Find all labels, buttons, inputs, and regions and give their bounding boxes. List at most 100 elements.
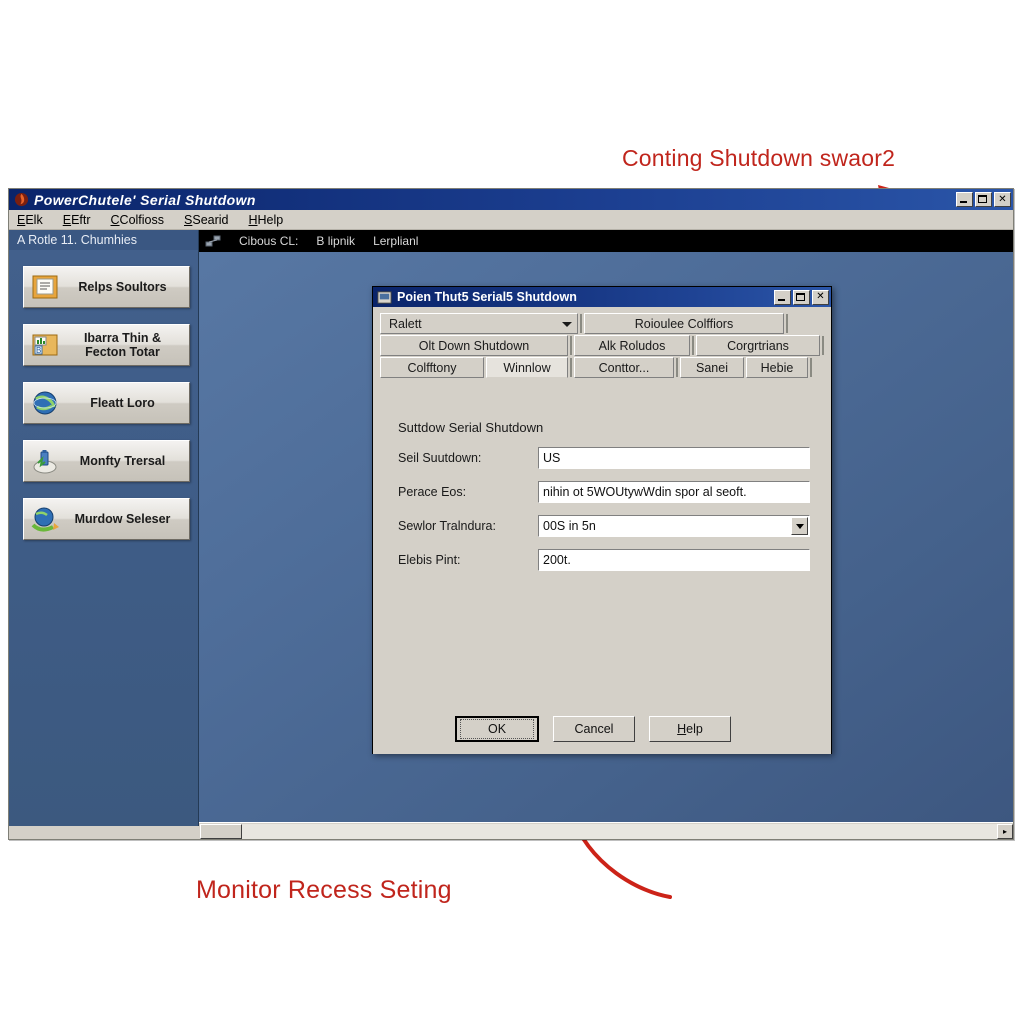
canvas-toolbar-item-2[interactable]: Lerplianl — [373, 234, 418, 248]
dialog-tab-olt-down-shutdown-label: Olt Down Shutdown — [418, 338, 530, 353]
perace-eos-input[interactable]: nihin ot 5WOUtywWdin spor al seoft. — [538, 481, 810, 503]
menu-item-edit[interactable]: EEftr — [63, 213, 91, 227]
sewlor-tralndura-selected-value: 00S in 5n — [543, 519, 596, 533]
menu-item-search-label: Searid — [192, 212, 229, 227]
tab-separator — [810, 358, 812, 377]
annotation-bottom-label: Monitor Recess Seting — [196, 876, 452, 904]
tab-separator — [580, 314, 582, 333]
scrollbar-thumb[interactable] — [200, 823, 242, 839]
dialog-tab-conttor[interactable]: Conttor... — [574, 357, 674, 378]
cancel-button-label: Cancel — [574, 722, 614, 736]
elebis-pint-input[interactable]: 200t. — [538, 549, 810, 571]
cancel-button[interactable]: Cancel — [553, 716, 635, 742]
maximize-button[interactable] — [975, 192, 992, 207]
dialog-app-icon — [377, 290, 392, 304]
canvas-toolbar: Cibous CL: B lipnik Lerplianl — [199, 230, 1013, 252]
dialog-combo-ralett[interactable]: Ralett — [380, 313, 578, 334]
chevron-down-icon — [795, 523, 804, 529]
tab-separator — [786, 314, 788, 333]
ok-button[interactable]: OK — [455, 716, 539, 742]
dialog-button-bar: OK Cancel Help — [373, 716, 831, 742]
sidebar-item-ibarra-thin-label: Ibarra Thin & Fecton Totar — [83, 331, 162, 359]
dialog-body: Ralett Roioulee Colffiors Olt Down Shutd… — [373, 307, 831, 754]
menu-item-search[interactable]: SSearid — [184, 213, 228, 227]
folder-chart-icon: B — [32, 334, 58, 356]
dialog-tab-sanei[interactable]: Sanei — [680, 357, 744, 378]
horizontal-scrollbar[interactable]: ▸ — [199, 822, 1013, 839]
main-window-controls: ✕ — [956, 192, 1011, 207]
dialog-field-row-sewlor-tralndura: Sewlor Tralndura: 00S in 5n — [398, 515, 824, 537]
minimize-button[interactable] — [956, 192, 973, 207]
dialog-field-row-seil-suutdown: Seil Suutdown: US — [398, 447, 824, 469]
dialog-tab-roioulee-colffiors[interactable]: Roioulee Colffiors — [584, 313, 784, 334]
select-dropdown-button[interactable] — [791, 517, 808, 535]
sidebar: A Rotle 11. Chumhies Relps Soultors B Ib… — [9, 230, 199, 826]
dialog-tab-hebie-label: Hebie — [760, 360, 794, 375]
menu-item-help[interactable]: HHelp — [249, 213, 284, 227]
menu-item-edit-label: Eftr — [71, 212, 91, 227]
dialog-close-button[interactable]: ✕ — [812, 289, 829, 305]
tab-separator — [570, 358, 572, 377]
canvas-toolbar-item-1[interactable]: B lipnik — [316, 234, 355, 248]
dialog-maximize-button[interactable] — [793, 289, 810, 305]
menu-item-file[interactable]: EElk — [17, 213, 43, 227]
dialog-tab-winnlow-label: Winnlow — [503, 360, 551, 375]
dialog-tab-sanei-label: Sanei — [696, 360, 728, 375]
dialog-titlebar: Poien Thut5 Serial5 Shutdown ✕ — [373, 287, 831, 307]
sidebar-item-ibarra-thin[interactable]: B Ibarra Thin & Fecton Totar — [23, 324, 190, 366]
dialog-tab-corgrtrians[interactable]: Corgrtrians — [696, 335, 820, 356]
help-button[interactable]: Help — [649, 716, 731, 742]
dialog-field-row-perace-eos: Perace Eos: nihin ot 5WOUtywWdin spor al… — [398, 481, 824, 503]
battery-plug-icon — [33, 450, 57, 474]
svg-text:B: B — [36, 346, 41, 355]
sewlor-tralndura-select[interactable]: 00S in 5n — [538, 515, 810, 537]
app-flame-icon — [14, 192, 29, 207]
dialog-tab-winnlow[interactable]: Winnlow — [486, 357, 568, 378]
dialog-tab-olt-down-shutdown[interactable]: Olt Down Shutdown — [380, 335, 568, 356]
close-button[interactable]: ✕ — [994, 192, 1011, 207]
documents-icon — [32, 275, 58, 299]
dialog-tab-colfftony[interactable]: Colfftony — [380, 357, 484, 378]
sidebar-item-monfty-trersal[interactable]: Monfty Trersal — [23, 440, 190, 482]
globe-icon — [33, 391, 57, 415]
dialog-section-heading: Suttdow Serial Shutdown — [398, 420, 544, 435]
sidebar-item-murdow-seleser[interactable]: Murdow Seleser — [23, 498, 190, 540]
ok-button-label: OK — [460, 719, 534, 739]
dialog-tab-row-1: Ralett Roioulee Colffiors — [380, 313, 824, 334]
menu-item-file-label: Elk — [25, 212, 43, 227]
dialog-tab-colfftony-label: Colfftony — [407, 360, 457, 375]
canvas-toolbar-item-0[interactable]: Cibous CL: — [239, 234, 298, 248]
seil-suutdown-input[interactable]: US — [538, 447, 810, 469]
annotation-top-label: Conting Shutdown swaor2 — [622, 145, 896, 171]
sidebar-item-fleatt-loro-label: Fleatt Loro — [90, 396, 155, 410]
network-icon — [205, 235, 221, 247]
dialog-combo-ralett-label: Ralett — [389, 316, 422, 331]
dialog-minimize-button[interactable] — [774, 289, 791, 305]
dialog-field-label-elebis-pint: Elebis Pint: — [398, 553, 461, 567]
tab-separator — [676, 358, 678, 377]
menu-item-configure[interactable]: CColfioss — [111, 213, 165, 227]
dialog-tab-row-2: Olt Down Shutdown Alk Roludos Corgrtrian… — [380, 335, 824, 356]
menu-item-help-label: Help — [257, 212, 284, 227]
sidebar-header: A Rotle 11. Chumhies — [9, 230, 198, 250]
dialog-tab-corgrtrians-label: Corgrtrians — [727, 338, 789, 353]
shutdown-dialog: Poien Thut5 Serial5 Shutdown ✕ Ralett Ro… — [372, 286, 832, 754]
dialog-tab-alk-roludos[interactable]: Alk Roludos — [574, 335, 690, 356]
sidebar-item-fleatt-loro[interactable]: Fleatt Loro — [23, 382, 190, 424]
sidebar-item-murdow-seleser-label: Murdow Seleser — [74, 512, 171, 526]
dialog-field-label-sewlor-tralndura: Sewlor Tralndura: — [398, 519, 496, 533]
sidebar-item-relps-soultors[interactable]: Relps Soultors — [23, 266, 190, 308]
dialog-tab-alk-roludos-label: Alk Roludos — [598, 338, 666, 353]
scrollbar-track[interactable] — [242, 823, 997, 839]
main-titlebar: PowerChutele' Serial Shutdown ✕ — [9, 189, 1013, 210]
tab-separator — [692, 336, 694, 355]
dialog-field-label-seil-suutdown: Seil Suutdown: — [398, 451, 482, 465]
sidebar-item-relps-soultors-label: Relps Soultors — [78, 280, 167, 294]
tab-separator — [570, 336, 572, 355]
scrollbar-right-arrow[interactable]: ▸ — [997, 823, 1013, 839]
menu-item-configure-label: Colfioss — [119, 212, 165, 227]
dialog-tab-hebie[interactable]: Hebie — [746, 357, 808, 378]
globe-refresh-icon — [31, 507, 59, 532]
sidebar-item-monfty-trersal-label: Monfty Trersal — [79, 454, 166, 468]
dialog-title: Poien Thut5 Serial5 Shutdown — [397, 290, 577, 304]
